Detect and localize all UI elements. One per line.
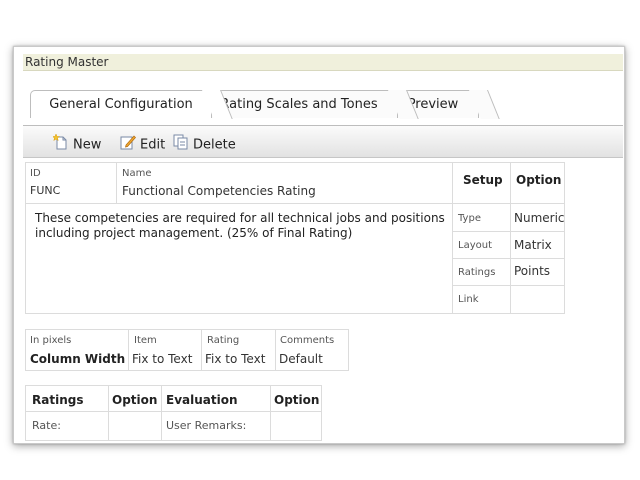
- toolbar: New Edit Delete: [23, 125, 623, 158]
- window-title: Rating Master: [23, 54, 623, 71]
- setup-ratings-value: Points: [514, 264, 551, 278]
- ratings-option-header: Option: [112, 393, 158, 407]
- setup-type-value: Numeric: [514, 211, 565, 225]
- tab-general-configuration[interactable]: General Configuration: [30, 90, 212, 118]
- description-text: These competencies are required for all …: [35, 211, 445, 240]
- user-remarks-label: User Remarks:: [166, 419, 247, 432]
- column-width-table: In pixels Column Width Item Fix to Text …: [25, 329, 349, 371]
- rating-header: Rating: [207, 335, 240, 346]
- name-value: Functional Competencies Rating: [122, 184, 316, 198]
- option-header: Option: [516, 173, 562, 187]
- record-details: ID FUNC Name Functional Competencies Rat…: [25, 162, 565, 314]
- edit-button-label: Edit: [140, 137, 166, 153]
- delete-button[interactable]: Delete: [173, 134, 236, 153]
- setup-layout-label: Layout: [458, 240, 492, 251]
- delete-copy-icon: [173, 134, 189, 156]
- setup-layout-value: Matrix: [514, 238, 552, 252]
- setup-type-label: Type: [458, 213, 481, 224]
- evaluation-header: Evaluation: [166, 393, 238, 407]
- setup-link-label: Link: [458, 294, 479, 305]
- id-label: ID: [30, 168, 41, 179]
- unit-label: In pixels: [30, 335, 72, 346]
- new-button-label: New: [73, 137, 102, 153]
- comments-header: Comments: [280, 335, 335, 346]
- ratings-evaluation-table: Ratings Option Evaluation Option Rate: U…: [25, 385, 322, 441]
- new-button[interactable]: New: [51, 133, 102, 153]
- delete-button-label: Delete: [193, 137, 236, 153]
- edit-pencil-icon: [120, 134, 136, 156]
- id-value: FUNC: [30, 184, 61, 197]
- item-header: Item: [134, 335, 157, 346]
- setup-ratings-label: Ratings: [458, 267, 496, 278]
- evaluation-option-header: Option: [274, 393, 320, 407]
- item-width-value: Fix to Text: [132, 352, 193, 366]
- rating-master-panel: Rating Master General Configuration Rati…: [13, 46, 625, 444]
- ratings-header: Ratings: [32, 393, 84, 407]
- rating-width-value: Fix to Text: [205, 352, 266, 366]
- edit-button[interactable]: Edit: [120, 134, 166, 153]
- column-width-label: Column Width: [30, 352, 126, 366]
- rate-label: Rate:: [32, 419, 61, 432]
- name-label: Name: [122, 168, 152, 179]
- setup-header: Setup: [463, 173, 503, 187]
- comments-width-value: Default: [279, 352, 323, 366]
- new-document-icon: [51, 133, 69, 156]
- tab-strip: General Configuration Rating Scales and …: [30, 90, 490, 118]
